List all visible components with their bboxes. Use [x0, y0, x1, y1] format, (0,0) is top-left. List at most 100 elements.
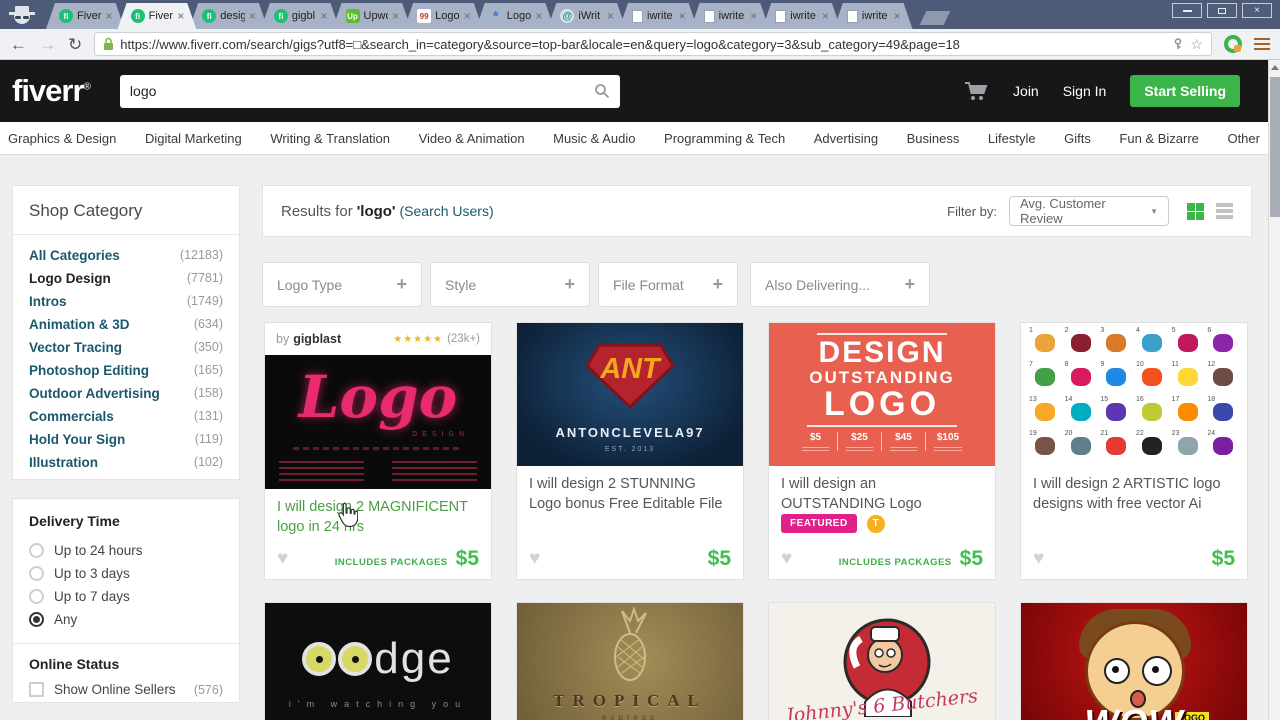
- gig-card-oodge[interactable]: dge i'm watching you: [264, 602, 492, 720]
- tab-close-icon[interactable]: ×: [679, 10, 686, 22]
- tab-close-icon[interactable]: ×: [392, 10, 399, 22]
- browser-tab[interactable]: 99 Logo ×: [404, 3, 483, 29]
- search-input[interactable]: [129, 83, 594, 99]
- sidebar-category[interactable]: Illustration (102): [13, 451, 239, 474]
- tab-close-icon[interactable]: ×: [535, 10, 542, 22]
- gig-thumbnail[interactable]: ANT ANTONCLEVELA97 EST. 2013: [517, 323, 743, 466]
- refresh-button[interactable]: ↻: [68, 36, 82, 53]
- nav-item-programming-tech[interactable]: Programming & Tech: [664, 131, 785, 146]
- filter-pill-file-format[interactable]: File Format +: [598, 262, 738, 307]
- seller-name[interactable]: gigblast: [293, 332, 341, 346]
- browser-tab[interactable]: iwrite ×: [619, 3, 698, 29]
- filter-pill-also-delivering-[interactable]: Also Delivering... +: [750, 262, 930, 307]
- radio-button[interactable]: [29, 543, 44, 558]
- tab-close-icon[interactable]: ×: [106, 10, 113, 22]
- page-scrollbar[interactable]: [1268, 60, 1280, 720]
- gig-card-gigblast[interactable]: by gigblast ★★★★★ (23k+) Logo DESIGN I w…: [264, 322, 492, 580]
- gig-thumbnail[interactable]: 1 2 3 4 5 6 7 8 9 10 11 12 13 14 15 16 17 18 19 20 21 22 23 24: [1021, 323, 1247, 466]
- gig-title-link[interactable]: I will design 2 MAGNIFICENT logo in 24 h…: [265, 489, 491, 537]
- nav-item-video-animation[interactable]: Video & Animation: [419, 131, 525, 146]
- delivery-option[interactable]: Any: [29, 608, 223, 631]
- tab-close-icon[interactable]: ×: [607, 10, 614, 22]
- gig-thumbnail[interactable]: dge i'm watching you: [265, 603, 491, 720]
- gig-thumbnail[interactable]: LOGO WOW: [1021, 603, 1247, 720]
- show-online-sellers-row[interactable]: Show Online Sellers (576): [29, 682, 223, 697]
- filter-pill-style[interactable]: Style +: [430, 262, 590, 307]
- delivery-option[interactable]: Up to 3 days: [29, 562, 223, 585]
- search-users-link[interactable]: (Search Users): [400, 203, 494, 219]
- delivery-option[interactable]: Up to 24 hours: [29, 539, 223, 562]
- favorite-heart-icon[interactable]: ♥: [529, 548, 540, 570]
- grid-view-button[interactable]: [1187, 202, 1204, 220]
- gig-title-link[interactable]: I will design 2 STUNNING Logo bonus Free…: [517, 466, 743, 514]
- gig-thumbnail[interactable]: Logo DESIGN: [265, 355, 491, 489]
- browser-tab[interactable]: iwrite ×: [762, 3, 841, 29]
- nav-item-fun-bizarre[interactable]: Fun & Bizarre: [1119, 131, 1198, 146]
- search-box[interactable]: [119, 74, 620, 108]
- tab-close-icon[interactable]: ×: [177, 10, 184, 22]
- new-tab-button[interactable]: [919, 11, 950, 25]
- radio-button[interactable]: [29, 612, 44, 627]
- browser-tab[interactable]: * Logo ×: [476, 3, 555, 29]
- sign-in-link[interactable]: Sign In: [1063, 83, 1107, 99]
- nav-item-advertising[interactable]: Advertising: [814, 131, 878, 146]
- browser-tab[interactable]: iwrite ×: [834, 3, 913, 29]
- maximize-button[interactable]: [1207, 3, 1237, 18]
- browser-tab[interactable]: iwrite ×: [691, 3, 770, 29]
- favorite-heart-icon[interactable]: ♥: [1033, 548, 1044, 570]
- nav-item-music-audio[interactable]: Music & Audio: [553, 131, 635, 146]
- browser-tab[interactable]: UpUpwo ×: [333, 3, 412, 29]
- address-bar[interactable]: https://www.fiverr.com/search/gigs?utf8=…: [94, 32, 1212, 56]
- favorite-heart-icon[interactable]: ♥: [277, 548, 288, 570]
- close-button[interactable]: ×: [1242, 3, 1272, 18]
- delivery-option[interactable]: Up to 7 days: [29, 585, 223, 608]
- sidebar-category[interactable]: Intros (1749): [13, 290, 239, 313]
- browser-tab[interactable]: fiFiverr×: [118, 3, 197, 29]
- gig-card-wow[interactable]: LOGO WOW: [1020, 602, 1248, 720]
- sort-dropdown[interactable]: Avg. Customer Review ▼: [1009, 196, 1169, 226]
- tab-close-icon[interactable]: ×: [249, 10, 256, 22]
- back-button[interactable]: ←: [10, 36, 27, 53]
- browser-tab[interactable]: @ iWrit ×: [547, 3, 626, 29]
- search-icon[interactable]: [594, 83, 610, 99]
- gig-card-artistic[interactable]: 1 2 3 4 5 6 7 8 9 10 11 12 13 14 15 16 17 18 19 20 21 22 23 24 …: [1020, 322, 1248, 580]
- menu-icon[interactable]: [1254, 38, 1270, 50]
- scrollbar-up-arrow[interactable]: [1270, 65, 1279, 70]
- tab-close-icon[interactable]: ×: [893, 10, 900, 22]
- bookmark-star-icon[interactable]: ☆: [1190, 36, 1203, 53]
- sidebar-category[interactable]: All Categories (12183): [13, 244, 239, 267]
- extension-icon[interactable]: [1224, 35, 1242, 53]
- tab-close-icon[interactable]: ×: [822, 10, 829, 22]
- gig-thumbnail[interactable]: TROPICAL express: [517, 603, 743, 720]
- gig-thumbnail[interactable]: Johnny's 6 Butchers BUSINESS SINCE 1870: [769, 603, 995, 720]
- sidebar-category[interactable]: Outdoor Advertising (158): [13, 382, 239, 405]
- gig-thumbnail[interactable]: DESIGN OUTSTANDING LOGO $5 $25 $45 $105: [769, 323, 995, 466]
- cart-icon[interactable]: [963, 80, 989, 102]
- nav-item-digital-marketing[interactable]: Digital Marketing: [145, 131, 242, 146]
- forward-button[interactable]: →: [39, 36, 56, 53]
- scrollbar-thumb[interactable]: [1270, 77, 1280, 217]
- nav-item-lifestyle[interactable]: Lifestyle: [988, 131, 1036, 146]
- browser-tab[interactable]: fiFiverr×: [46, 3, 125, 29]
- nav-item-business[interactable]: Business: [907, 131, 960, 146]
- list-view-button[interactable]: [1216, 203, 1233, 219]
- gig-title-link[interactable]: I will design an OUTSTANDING Logo: [769, 466, 995, 514]
- gig-card-outstanding[interactable]: DESIGN OUTSTANDING LOGO $5 $25 $45 $105 …: [768, 322, 996, 580]
- checkbox[interactable]: [29, 682, 44, 697]
- browser-tab[interactable]: fi gigbl ×: [261, 3, 340, 29]
- sidebar-category[interactable]: Vector Tracing (350): [13, 336, 239, 359]
- fiverr-logo[interactable]: fiverr®: [12, 73, 91, 109]
- browser-tab[interactable]: fi desig ×: [189, 3, 268, 29]
- nav-item-graphics-design[interactable]: Graphics & Design: [8, 131, 116, 146]
- gig-title-link[interactable]: I will design 2 ARTISTIC logo designs wi…: [1021, 466, 1247, 514]
- sidebar-category[interactable]: Commercials (131): [13, 405, 239, 428]
- sidebar-category[interactable]: Animation & 3D (634): [13, 313, 239, 336]
- join-link[interactable]: Join: [1013, 83, 1039, 99]
- sidebar-category[interactable]: Photoshop Editing (165): [13, 359, 239, 382]
- nav-item-gifts[interactable]: Gifts: [1064, 131, 1091, 146]
- nav-item-writing-translation[interactable]: Writing & Translation: [270, 131, 390, 146]
- sidebar-category[interactable]: Logo Design (7781): [13, 267, 239, 290]
- gig-card-stunning[interactable]: ANT ANTONCLEVELA97 EST. 2013 I will desi…: [516, 322, 744, 580]
- nav-item-other[interactable]: Other: [1227, 131, 1260, 146]
- radio-button[interactable]: [29, 566, 44, 581]
